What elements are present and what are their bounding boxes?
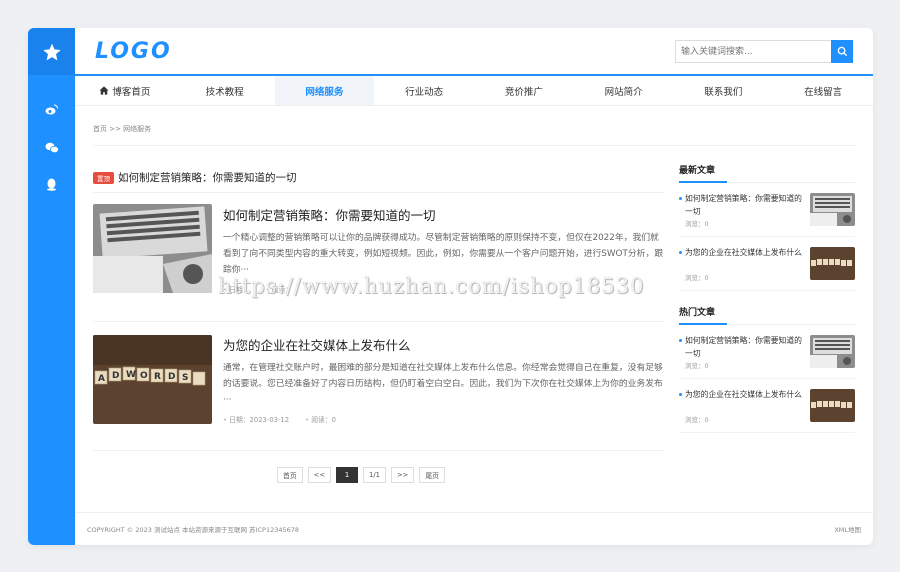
pagination: 首页 << 1 1/1 >> 尾页	[75, 467, 647, 483]
article-list: 置顶 如何制定营销策略：你需要知道的一切 如何制定营销策略：你需要知道的一切 一…	[93, 163, 665, 451]
svg-text:W: W	[126, 370, 136, 380]
sidebar-article[interactable]: 为您的企业在社交媒体上发布什么 浏览：0	[679, 379, 855, 433]
sidebar-thumb-laptop[interactable]	[810, 193, 855, 226]
list-item: ADWORDS 为您的企业在社交媒体上发布什么 通常，在管理社交账户时，最困难的…	[93, 322, 665, 451]
copyright-text: COPYRIGHT © 2023 测试站点 本站资源来源于互联网 苏ICP123…	[87, 526, 300, 534]
sidebar-article-views: 浏览：0	[685, 274, 709, 282]
page-first-button[interactable]: 首页	[277, 467, 303, 483]
left-sidebar	[28, 28, 75, 545]
sitemap-link[interactable]: XML地图	[834, 524, 861, 534]
sidebar-article-views: 浏览：0	[685, 220, 709, 228]
svg-text:S: S	[182, 373, 188, 383]
post-title[interactable]: 如何制定营销策略：你需要知道的一切	[223, 205, 665, 224]
post-title[interactable]: 为您的企业在社交媒体上发布什么	[223, 335, 665, 354]
sidebar-article-views: 浏览：0	[685, 362, 709, 370]
breadcrumb[interactable]: 首页 >> 网络服务	[93, 124, 151, 134]
page-last-button[interactable]: 尾页	[419, 467, 445, 483]
wechat-icon[interactable]	[28, 142, 75, 154]
latest-heading: 最新文章	[679, 163, 855, 183]
search-icon	[837, 46, 847, 57]
sidebar-article-title[interactable]: 为您的企业在社交媒体上发布什么	[679, 246, 803, 259]
sidebar-thumb-adwords[interactable]	[810, 247, 855, 280]
main-nav: 博客首页 技术教程 网络服务 行业动态 竞价推广 网站简介 联系我们 在线留言	[75, 76, 873, 106]
page-current-button[interactable]: 1	[336, 467, 359, 483]
watermark: https://www.huzhan.com/ishop18530	[218, 274, 645, 298]
star-icon[interactable]	[28, 28, 75, 75]
nav-item-guestbook[interactable]: 在线留言	[773, 76, 873, 105]
post-thumbnail-adwords[interactable]: ADWORDS	[93, 335, 212, 424]
hot-heading: 热门文章	[679, 305, 855, 325]
sidebar-thumb-laptop[interactable]	[810, 335, 855, 368]
sidebar-thumb-adwords[interactable]	[810, 389, 855, 422]
sidebar-article-title[interactable]: 为您的企业在社交媒体上发布什么	[679, 388, 803, 401]
pinned-post[interactable]: 置顶 如何制定营销策略：你需要知道的一切	[93, 163, 665, 193]
post-meta: 日期：2023-03-12 阅读：0	[223, 414, 665, 424]
page-prev-button[interactable]: <<	[307, 467, 332, 483]
nav-item-about[interactable]: 网站简介	[574, 76, 674, 105]
post-views: 阅读：0	[305, 414, 336, 424]
nav-item-network-service[interactable]: 网络服务	[274, 76, 375, 105]
sidebar-article[interactable]: 如何制定营销策略：你需要知道的一切 浏览：0	[679, 325, 855, 379]
logo[interactable]: LOGO	[95, 39, 172, 64]
sidebar-article[interactable]: 如何制定营销策略：你需要知道的一切 浏览：0	[679, 183, 855, 237]
svg-text:D: D	[168, 372, 175, 382]
nav-item-industry-news[interactable]: 行业动态	[374, 76, 474, 105]
svg-text:A: A	[98, 374, 105, 384]
search-input[interactable]	[675, 40, 831, 63]
svg-text:R: R	[154, 372, 161, 382]
pinned-badge: 置顶	[93, 171, 114, 184]
home-icon	[99, 86, 109, 95]
post-excerpt: 通常，在管理社交账户时，最困难的部分是知道在社交媒体上发布什么信息。你经常会觉得…	[223, 363, 663, 405]
pinned-title[interactable]: 如何制定营销策略：你需要知道的一切	[118, 170, 297, 185]
sidebar-article-views: 浏览：0	[685, 416, 709, 424]
search-box	[675, 40, 853, 63]
page-count: 1/1	[363, 467, 386, 483]
post-thumbnail-laptop[interactable]	[93, 204, 212, 293]
post-excerpt: 一个精心调整的营销策略可以让你的品牌获得成功。尽管制定营销策略的原则保持不变，但…	[223, 233, 664, 275]
post-date: 日期：2023-03-12	[223, 414, 289, 424]
page-next-button[interactable]: >>	[390, 467, 415, 483]
sidebar-article-title[interactable]: 如何制定营销策略：你需要知道的一切	[679, 192, 803, 218]
search-button[interactable]	[831, 40, 853, 63]
sidebar-article[interactable]: 为您的企业在社交媒体上发布什么 浏览：0	[679, 237, 855, 291]
svg-text:D: D	[112, 371, 119, 381]
list-item: 如何制定营销策略：你需要知道的一切 一个精心调整的营销策略可以让你的品牌获得成功…	[93, 193, 665, 322]
post-info: 为您的企业在社交媒体上发布什么 通常，在管理社交账户时，最困难的部分是知道在社交…	[223, 335, 665, 424]
nav-item-tutorials[interactable]: 技术教程	[175, 76, 275, 105]
nav-item-home[interactable]: 博客首页	[75, 76, 175, 105]
divider	[93, 145, 855, 146]
nav-item-contact[interactable]: 联系我们	[674, 76, 774, 105]
footer: COPYRIGHT © 2023 测试站点 本站资源来源于互联网 苏ICP123…	[75, 512, 873, 545]
weibo-icon[interactable]	[28, 104, 75, 115]
right-sidebar: 最新文章 如何制定营销策略：你需要知道的一切 浏览：0 为您的企业在社交媒体上发…	[679, 163, 855, 433]
sidebar-article-title[interactable]: 如何制定营销策略：你需要知道的一切	[679, 334, 803, 360]
svg-text:O: O	[140, 371, 148, 381]
qq-icon[interactable]	[28, 178, 75, 191]
nav-item-bidding[interactable]: 竞价推广	[474, 76, 574, 105]
header: LOGO	[75, 28, 873, 76]
